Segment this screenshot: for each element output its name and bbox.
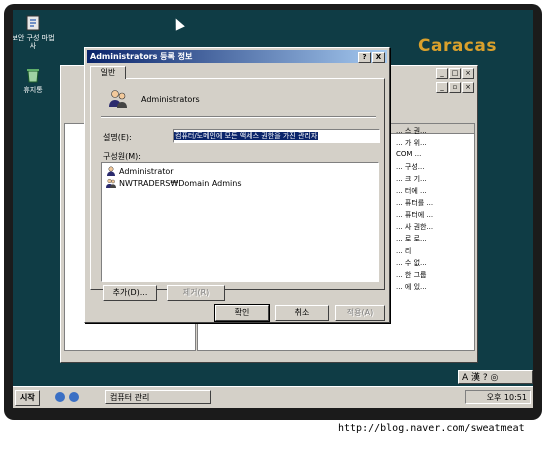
mouse-cursor-icon bbox=[171, 16, 185, 31]
remove-member-button[interactable]: 제거(R) bbox=[167, 285, 225, 301]
ok-button[interactable]: 확인 bbox=[214, 304, 270, 322]
member-name: NWTRADERS₩Domain Admins bbox=[119, 178, 242, 188]
detail-row[interactable]: ... 퓨터에 ... bbox=[396, 210, 433, 220]
minimize-icon[interactable]: _ bbox=[436, 82, 448, 93]
members-list[interactable]: Administrator NWTRADERS₩Domain Admins bbox=[101, 162, 379, 282]
detail-row[interactable]: ... 터에 ... bbox=[396, 186, 427, 196]
maximize-icon[interactable]: □ bbox=[449, 68, 461, 79]
apply-button[interactable]: 적용(A) bbox=[335, 305, 385, 321]
detail-row[interactable]: ... 수 없... bbox=[396, 258, 427, 268]
close-icon[interactable]: × bbox=[462, 68, 474, 79]
detail-row[interactable]: ... 한 그룹 bbox=[396, 270, 426, 280]
divider bbox=[101, 116, 376, 118]
cancel-button[interactable]: 취소 bbox=[275, 305, 329, 321]
desktop: Caracas 보안 구성 마법사 휴지통 _ □ × _ ▫ × ... 스 … bbox=[13, 10, 533, 408]
dialog-titlebar[interactable]: Administrators 등록 정보 ? X bbox=[87, 50, 387, 63]
desktop-icon-recycle-bin[interactable]: 휴지통 bbox=[13, 66, 55, 94]
tab-general[interactable]: 일반 bbox=[90, 66, 126, 79]
group-icon bbox=[107, 89, 129, 109]
members-label: 구성원(M): bbox=[103, 152, 141, 161]
list-item[interactable]: NWTRADERS₩Domain Admins bbox=[106, 178, 242, 188]
desktop-icon-label: 휴지통 bbox=[23, 86, 43, 94]
inner-window-controls: _ ▫ × bbox=[436, 82, 474, 93]
explorer-icon[interactable] bbox=[69, 392, 79, 402]
group-icon bbox=[106, 178, 116, 188]
detail-row[interactable]: ... 크 기... bbox=[396, 174, 427, 184]
desktop-icon-security-wizard[interactable]: 보안 구성 마법사 bbox=[13, 14, 55, 50]
close-icon[interactable]: X bbox=[372, 52, 385, 63]
add-member-button[interactable]: 추가(D)... bbox=[103, 285, 157, 301]
list-item[interactable]: Administrator bbox=[106, 166, 174, 176]
description-value: 컴퓨터/도메인에 모든 액세스 권한을 가진 관리자 bbox=[174, 132, 319, 140]
start-button[interactable]: 시작 bbox=[15, 390, 40, 406]
description-label: 설명(E): bbox=[103, 133, 132, 142]
general-tab-panel: Administrators 설명(E): 컴퓨터/도메인에 모든 액세스 권한… bbox=[90, 78, 385, 301]
browser-icon[interactable] bbox=[55, 392, 65, 402]
detail-row[interactable]: COM ... bbox=[396, 150, 421, 158]
detail-row[interactable]: ... 스 권... bbox=[396, 126, 427, 136]
administrators-properties-dialog[interactable]: Administrators 등록 정보 ? X 일반 Administrato bbox=[84, 47, 390, 323]
dialog-title: Administrators 등록 정보 bbox=[90, 52, 193, 61]
group-name: Administrators bbox=[141, 95, 200, 104]
detail-row[interactable]: ... 로 로... bbox=[396, 234, 427, 244]
desktop-brand-text: Caracas bbox=[418, 36, 497, 56]
detail-row[interactable]: ... 사 권한... bbox=[396, 222, 433, 232]
system-tray-clock[interactable]: 오후 10:51 bbox=[465, 390, 531, 404]
detail-row[interactable]: ... 퓨터를 ... bbox=[396, 198, 433, 208]
close-icon[interactable]: × bbox=[462, 82, 474, 93]
watermark-url: http://blog.naver.com/sweatmeat bbox=[338, 423, 525, 434]
member-name: Administrator bbox=[119, 166, 174, 176]
photo-frame: Caracas 보안 구성 마법사 휴지통 _ □ × _ ▫ × ... 스 … bbox=[0, 0, 548, 450]
taskbar: A 漢 ? ◎ 시작 컴퓨터 관리 오후 10:51 bbox=[13, 370, 533, 408]
detail-row[interactable]: ... 구성... bbox=[396, 162, 424, 172]
window-controls: _ □ × bbox=[436, 68, 474, 79]
language-bar[interactable]: A 漢 ? ◎ bbox=[458, 370, 533, 384]
security-wizard-icon bbox=[24, 14, 42, 32]
user-icon bbox=[106, 166, 116, 176]
description-field[interactable]: 컴퓨터/도메인에 모든 액세스 권한을 가진 관리자 bbox=[173, 129, 380, 143]
quick-launch bbox=[55, 392, 79, 402]
taskbar-item-computer-management[interactable]: 컴퓨터 관리 bbox=[105, 390, 211, 404]
recycle-bin-icon bbox=[24, 66, 42, 84]
restore-icon[interactable]: ▫ bbox=[449, 82, 461, 93]
detail-row[interactable]: ... 에 있... bbox=[396, 282, 427, 292]
desktop-icon-label: 보안 구성 마법사 bbox=[13, 34, 55, 50]
detail-row[interactable]: ... 가 위... bbox=[396, 138, 427, 148]
help-icon[interactable]: ? bbox=[358, 52, 371, 63]
detail-row[interactable]: ... 리 bbox=[396, 246, 411, 256]
minimize-icon[interactable]: _ bbox=[436, 68, 448, 79]
